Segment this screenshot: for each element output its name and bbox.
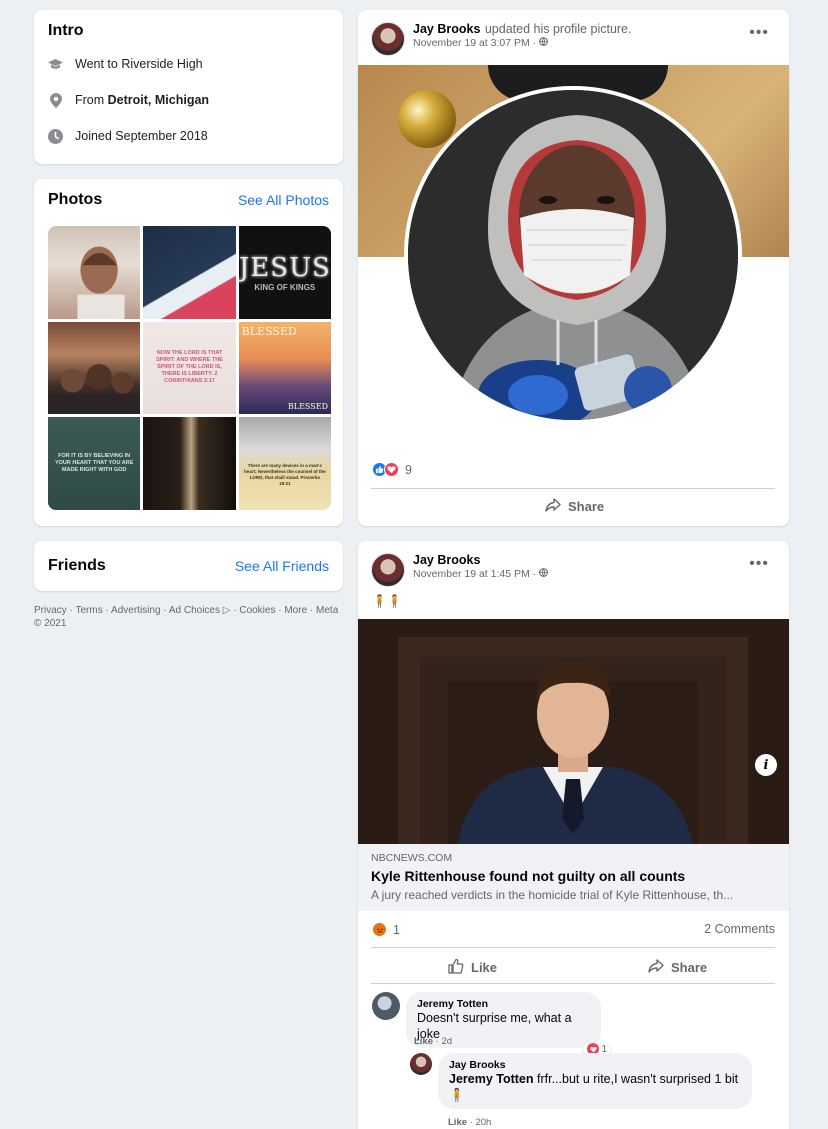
intro-joined: Joined September 2018 <box>48 118 329 154</box>
location-pin-icon <box>48 92 63 108</box>
profile-picture[interactable] <box>404 86 742 424</box>
footer-links[interactable]: Privacy · Terms · Advertising · Ad Choic… <box>34 604 344 630</box>
comment-reply: Jay Brooks Jeremy Totten frfr...but u ri… <box>410 1053 752 1109</box>
like-button[interactable]: Like <box>448 958 497 977</box>
globe-icon <box>539 37 548 49</box>
comment-author-link[interactable]: Jeremy Totten <box>417 998 590 1010</box>
clock-icon <box>48 128 63 144</box>
post-author-link[interactable]: Jay Brooks <box>413 553 480 567</box>
photo-tile-subtext: BLESSED <box>287 402 328 412</box>
avatar[interactable] <box>371 22 405 56</box>
intro-card: Intro Went to Riverside High From Detroi… <box>34 10 343 164</box>
photo-tile[interactable] <box>48 321 141 415</box>
comment-like-link[interactable]: Like <box>448 1117 467 1128</box>
comment-time[interactable]: · 20h <box>467 1117 492 1128</box>
photo-tile[interactable]: There are many devices in a man's heart;… <box>238 417 331 510</box>
photo-tile-text: JESUS <box>238 252 331 283</box>
more-options-icon[interactable]: ••• <box>749 556 769 572</box>
photo-tile[interactable] <box>48 226 141 319</box>
reaction-count: 1 <box>393 922 400 937</box>
photo-tile[interactable]: NOW THE LORD IS THAT SPIRIT: AND WHERE T… <box>143 321 236 415</box>
see-all-photos-link[interactable]: See All Photos <box>238 192 329 208</box>
photo-tile-text: BLESSED <box>241 324 297 338</box>
link-preview-meta[interactable]: NBCNEWS.COM Kyle Rittenhouse found not g… <box>358 844 789 911</box>
see-all-friends-link[interactable]: See All Friends <box>235 558 329 574</box>
photo-tile-subtext: KING OF KINGS <box>254 282 316 292</box>
graduation-cap-icon <box>48 57 63 72</box>
love-reaction-icon <box>384 462 399 477</box>
avatar[interactable] <box>371 553 405 587</box>
thumbs-up-icon <box>448 958 471 977</box>
reaction-summary[interactable]: 9 <box>372 462 412 477</box>
post-timestamp-link[interactable]: November 19 at 3:07 PM · <box>413 37 539 49</box>
share-icon <box>545 498 568 515</box>
share-label: Share <box>568 499 605 514</box>
reaction-summary[interactable]: 1 <box>372 922 400 937</box>
post-profile-picture: Jay Brooks updated his profile picture. … <box>358 10 789 526</box>
link-domain: NBCNEWS.COM <box>371 852 453 864</box>
avatar[interactable] <box>372 992 400 1020</box>
divider <box>371 983 775 984</box>
friends-title: Friends <box>48 557 106 574</box>
comment-author-link[interactable]: Jay Brooks <box>449 1059 741 1071</box>
share-label: Share <box>671 960 708 975</box>
share-button[interactable]: Share <box>545 498 604 515</box>
intro-title: Intro <box>48 22 84 39</box>
comments-count-link[interactable]: 2 Comments <box>704 922 775 936</box>
from-prefix: From <box>75 93 105 107</box>
intro-hometown: From Detroit, Michigan <box>48 82 329 118</box>
reaction-count: 9 <box>405 462 412 477</box>
photo-tile[interactable]: JESUS KING OF KINGS <box>238 226 331 319</box>
post-timestamp-link[interactable]: November 19 at 1:45 PM · <box>413 568 539 580</box>
angry-reaction-icon <box>372 922 387 937</box>
comment: Jeremy Totten Doesn't surprise me, what … <box>372 992 611 1056</box>
globe-icon <box>539 568 548 580</box>
photo-tile[interactable]: BLESSED BLESSED <box>238 321 331 415</box>
education-text: Went to Riverside High <box>75 57 203 71</box>
share-button[interactable]: Share <box>648 959 707 976</box>
friends-card: Friends See All Friends <box>34 541 343 591</box>
post-header: Jay Brooks updated his profile picture. … <box>371 22 631 56</box>
photo-tile[interactable] <box>143 417 236 510</box>
divider <box>371 488 775 489</box>
intro-education: Went to Riverside High <box>48 46 329 82</box>
comment-meta: Like · 2d <box>414 1036 452 1047</box>
photo-tile[interactable] <box>143 226 236 319</box>
post-action-text: updated his profile picture. <box>484 22 632 36</box>
like-label: Like <box>471 960 498 975</box>
post-author-link[interactable]: Jay Brooks <box>413 22 480 36</box>
info-icon[interactable]: i <box>755 754 777 776</box>
photo-tile-text: NOW THE LORD IS THAT SPIRIT: AND WHERE T… <box>156 350 223 385</box>
link-preview-image[interactable] <box>358 619 789 844</box>
more-options-icon[interactable]: ••• <box>749 25 769 41</box>
post-header: Jay Brooks November 19 at 1:45 PM · <box>371 553 548 587</box>
comment-mention-link[interactable]: Jeremy Totten <box>449 1072 534 1086</box>
photos-card: Photos See All Photos JESUS KING OF KING… <box>34 179 343 526</box>
comment-meta: Like · 20h <box>448 1117 491 1128</box>
link-description: A jury reached verdicts in the homicide … <box>371 888 734 902</box>
share-icon <box>648 959 671 976</box>
comment-bubble: Jay Brooks Jeremy Totten frfr...but u ri… <box>438 1053 752 1109</box>
link-title: Kyle Rittenhouse found not guilty on all… <box>371 868 686 884</box>
comment-time[interactable]: · 2d <box>433 1036 452 1047</box>
avatar[interactable] <box>410 1053 432 1075</box>
divider <box>371 947 775 948</box>
from-place-link[interactable]: Detroit, Michigan <box>108 93 209 107</box>
joined-text: Joined September 2018 <box>75 129 208 143</box>
photo-tile[interactable]: FOR IT IS BY BELIEVING IN YOUR HEART THA… <box>48 417 141 510</box>
post-text: 🧍🧍 <box>372 594 402 608</box>
post-link-share: Jay Brooks November 19 at 1:45 PM · ••• … <box>358 541 789 1129</box>
comment-like-link[interactable]: Like <box>414 1036 433 1047</box>
photos-title: Photos <box>48 191 103 208</box>
photo-tile-text: There are many devices in a man's heart;… <box>244 462 326 486</box>
photo-grid: JESUS KING OF KINGS NOW THE LORD IS THAT… <box>48 226 331 510</box>
photo-tile-text: FOR IT IS BY BELIEVING IN YOUR HEART THA… <box>54 453 134 474</box>
